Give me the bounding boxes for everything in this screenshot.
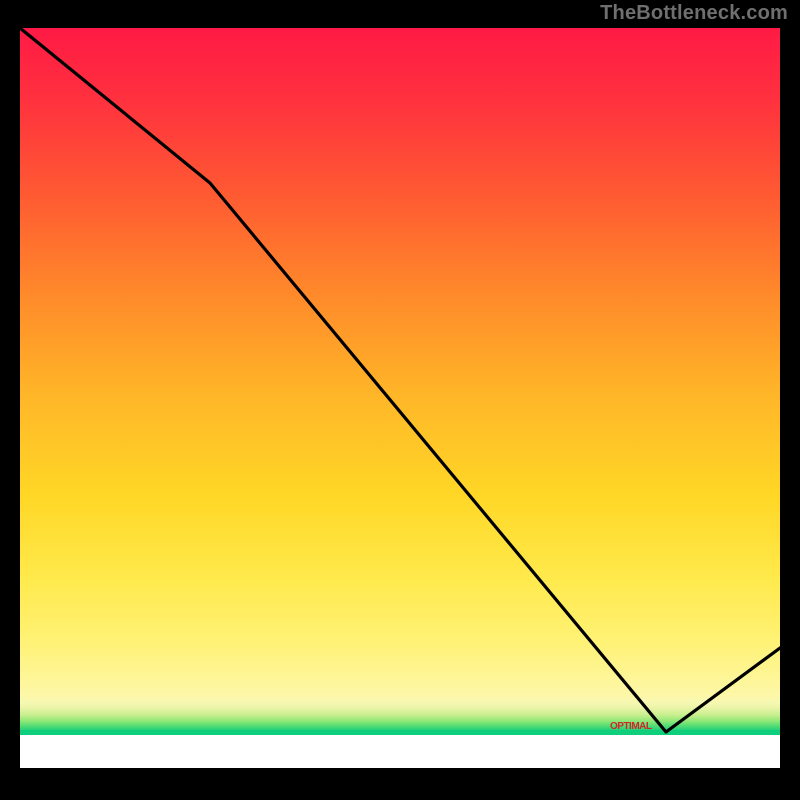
plot-area: OPTIMAL <box>20 28 780 772</box>
bottleneck-curve <box>20 28 780 772</box>
optimal-annotation: OPTIMAL <box>610 721 652 732</box>
watermark-text: TheBottleneck.com <box>600 2 788 25</box>
chart-container: TheBottleneck.com OPTIMAL <box>0 0 800 800</box>
